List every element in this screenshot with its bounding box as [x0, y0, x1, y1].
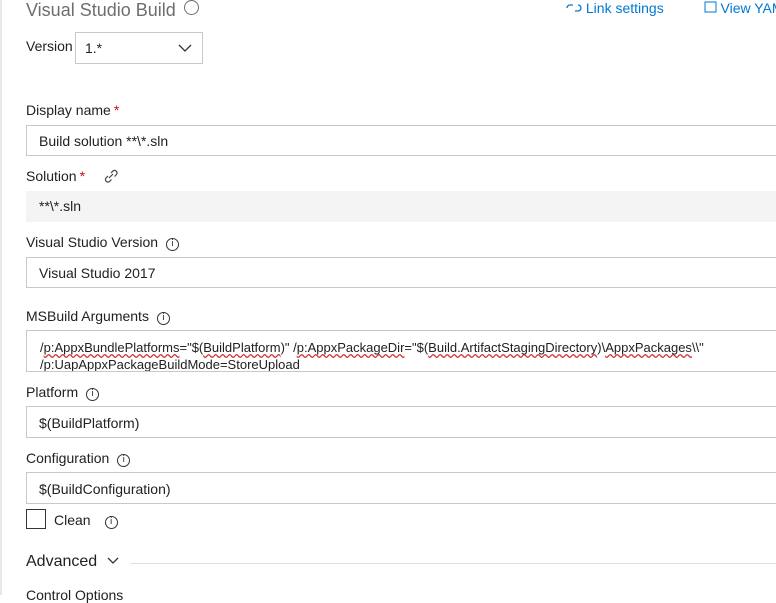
info-icon[interactable]: i: [105, 516, 118, 529]
display-name-label: Display name*: [26, 102, 119, 118]
view-yaml-link[interactable]: View YAML: [704, 0, 776, 16]
version-label: Version: [26, 38, 73, 54]
platform-label: Platformi: [26, 384, 99, 401]
version-select[interactable]: 1.*: [75, 32, 203, 64]
link-settings-link[interactable]: Link settings: [566, 0, 686, 16]
vs-version-label: Visual Studio Versioni: [26, 234, 179, 251]
advanced-label: Advanced: [26, 553, 97, 570]
version-value: 1.*: [85, 40, 102, 56]
clean-label: Cleani: [54, 512, 118, 529]
clean-checkbox[interactable]: [26, 509, 46, 529]
info-icon[interactable]: [184, 0, 199, 15]
info-icon[interactable]: i: [117, 454, 130, 467]
panel-left-border: [0, 0, 2, 595]
top-links: Link settings View YAML: [566, 0, 776, 16]
yaml-icon: [704, 1, 717, 13]
info-icon[interactable]: i: [157, 312, 170, 325]
msbuild-line-1: /p:AppxBundlePlatforms="$(BuildPlatform)…: [40, 339, 776, 356]
info-icon[interactable]: i: [86, 388, 99, 401]
advanced-section-toggle[interactable]: Advanced: [26, 553, 120, 571]
task-title: Visual Studio Build: [26, 0, 199, 21]
link-icon: [566, 3, 582, 13]
msbuild-label: MSBuild Argumentsi: [26, 308, 170, 325]
link-icon[interactable]: [103, 168, 119, 184]
section-divider: [130, 563, 776, 564]
link-settings-label: Link settings: [586, 0, 664, 16]
chevron-down-icon: [106, 556, 120, 566]
configuration-input[interactable]: $(BuildConfiguration): [26, 472, 776, 504]
solution-label: Solution*: [26, 168, 119, 184]
info-icon[interactable]: i: [166, 238, 179, 251]
control-options-section-toggle[interactable]: Control Options: [26, 587, 123, 603]
vs-version-select[interactable]: Visual Studio 2017: [26, 257, 776, 288]
view-yaml-label: View YAML: [721, 0, 776, 16]
configuration-label: Configurationi: [26, 450, 130, 467]
msbuild-line-2: /p:UapAppxPackageBuildMode=StoreUpload: [40, 356, 776, 372]
msbuild-arguments-input[interactable]: /p:AppxBundlePlatforms="$(BuildPlatform)…: [26, 330, 776, 372]
display-name-input[interactable]: Build solution **\*.sln: [26, 125, 776, 156]
solution-value: **\*.sln: [26, 191, 776, 222]
platform-input[interactable]: $(BuildPlatform): [26, 406, 776, 438]
chevron-down-icon: [178, 41, 192, 55]
